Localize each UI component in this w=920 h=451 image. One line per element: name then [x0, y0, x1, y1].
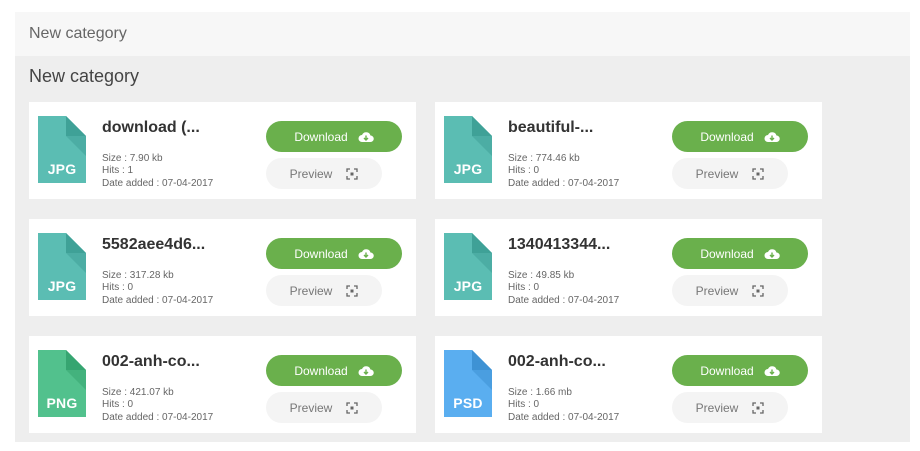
- preview-focus-icon: [346, 167, 358, 180]
- jpg-file-icon: JPG: [444, 233, 492, 300]
- preview-focus-icon: [752, 401, 764, 414]
- preview-focus-icon: [346, 401, 358, 414]
- file-date-added: Date added : 07-04-2017: [102, 412, 214, 423]
- download-button-label: Download: [700, 246, 754, 261]
- file-date-added: Date added : 07-04-2017: [102, 295, 214, 306]
- file-type-label: JPG: [453, 161, 483, 177]
- preview-button[interactable]: Preview: [266, 158, 382, 189]
- preview-button-label: Preview: [289, 283, 333, 298]
- download-button[interactable]: Download: [672, 355, 808, 386]
- download-button[interactable]: Download: [266, 355, 402, 386]
- file-size: Size : 317.28 kb: [102, 270, 174, 281]
- jpg-file-icon: JPG: [38, 233, 86, 300]
- breadcrumb-label[interactable]: New category: [29, 25, 127, 43]
- cloud-download-icon: [764, 248, 780, 260]
- file-card: JPG 5582aee4d6... Size : 317.28 kb Hits …: [29, 219, 416, 316]
- file-size: Size : 1.66 mb: [508, 387, 572, 398]
- file-hits: Hits : 0: [508, 165, 540, 176]
- file-name[interactable]: download (...: [102, 119, 200, 137]
- file-size: Size : 421.07 kb: [102, 387, 174, 398]
- file-date-added: Date added : 07-04-2017: [102, 178, 214, 189]
- cloud-download-icon: [358, 365, 374, 377]
- preview-focus-icon: [752, 284, 764, 297]
- preview-button[interactable]: Preview: [672, 275, 788, 306]
- preview-button[interactable]: Preview: [672, 392, 788, 423]
- file-type-label: PSD: [453, 395, 483, 411]
- download-button[interactable]: Download: [266, 121, 402, 152]
- file-hits: Hits : 1: [102, 165, 134, 176]
- png-file-icon: PNG: [38, 350, 86, 417]
- preview-button-label: Preview: [289, 400, 333, 415]
- preview-focus-icon: [346, 284, 358, 297]
- file-card: JPG beautiful-... Size : 774.46 kb Hits …: [435, 102, 822, 199]
- preview-button[interactable]: Preview: [266, 275, 382, 306]
- file-type-label: JPG: [453, 278, 483, 294]
- file-hits: Hits : 0: [508, 399, 540, 410]
- file-card: JPG 1340413344... Size : 49.85 kb Hits :…: [435, 219, 822, 316]
- category-title: New category: [29, 66, 140, 86]
- download-button[interactable]: Download: [266, 238, 402, 269]
- download-button-label: Download: [700, 129, 754, 144]
- file-type-label: PNG: [46, 395, 78, 411]
- download-button-label: Download: [294, 246, 348, 261]
- jpg-file-icon: JPG: [444, 116, 492, 183]
- file-type-label: JPG: [47, 161, 77, 177]
- file-card: PNG 002-anh-co... Size : 421.07 kb Hits …: [29, 336, 416, 433]
- preview-button[interactable]: Preview: [266, 392, 382, 423]
- preview-focus-icon: [752, 167, 764, 180]
- file-size: Size : 7.90 kb: [102, 153, 163, 164]
- file-date-added: Date added : 07-04-2017: [508, 178, 620, 189]
- jpg-file-icon: JPG: [38, 116, 86, 183]
- preview-button-label: Preview: [695, 283, 739, 298]
- cloud-download-icon: [764, 131, 780, 143]
- breadcrumb: New category: [15, 12, 910, 56]
- file-card: PSD 002-anh-co... Size : 1.66 mb Hits : …: [435, 336, 822, 433]
- file-size: Size : 49.85 kb: [508, 270, 575, 281]
- download-button-label: Download: [294, 363, 348, 378]
- file-size: Size : 774.46 kb: [508, 153, 580, 164]
- file-name[interactable]: 5582aee4d6...: [102, 236, 205, 254]
- preview-button[interactable]: Preview: [672, 158, 788, 189]
- file-type-label: JPG: [47, 278, 77, 294]
- file-hits: Hits : 0: [508, 282, 540, 293]
- file-name[interactable]: beautiful-...: [508, 119, 593, 137]
- preview-button-label: Preview: [695, 166, 739, 181]
- cloud-download-icon: [358, 248, 374, 260]
- psd-file-icon: PSD: [444, 350, 492, 417]
- cloud-download-icon: [358, 131, 374, 143]
- download-button-label: Download: [294, 129, 348, 144]
- file-name[interactable]: 1340413344...: [508, 236, 610, 254]
- file-hits: Hits : 0: [102, 282, 134, 293]
- download-button[interactable]: Download: [672, 238, 808, 269]
- preview-button-label: Preview: [695, 400, 739, 415]
- file-card: JPG download (... Size : 7.90 kb Hits : …: [29, 102, 416, 199]
- file-name[interactable]: 002-anh-co...: [102, 353, 200, 371]
- file-hits: Hits : 0: [102, 399, 134, 410]
- download-button[interactable]: Download: [672, 121, 808, 152]
- cloud-download-icon: [764, 365, 780, 377]
- file-date-added: Date added : 07-04-2017: [508, 412, 620, 423]
- file-name[interactable]: 002-anh-co...: [508, 353, 606, 371]
- download-button-label: Download: [700, 363, 754, 378]
- preview-button-label: Preview: [289, 166, 333, 181]
- file-date-added: Date added : 07-04-2017: [508, 295, 620, 306]
